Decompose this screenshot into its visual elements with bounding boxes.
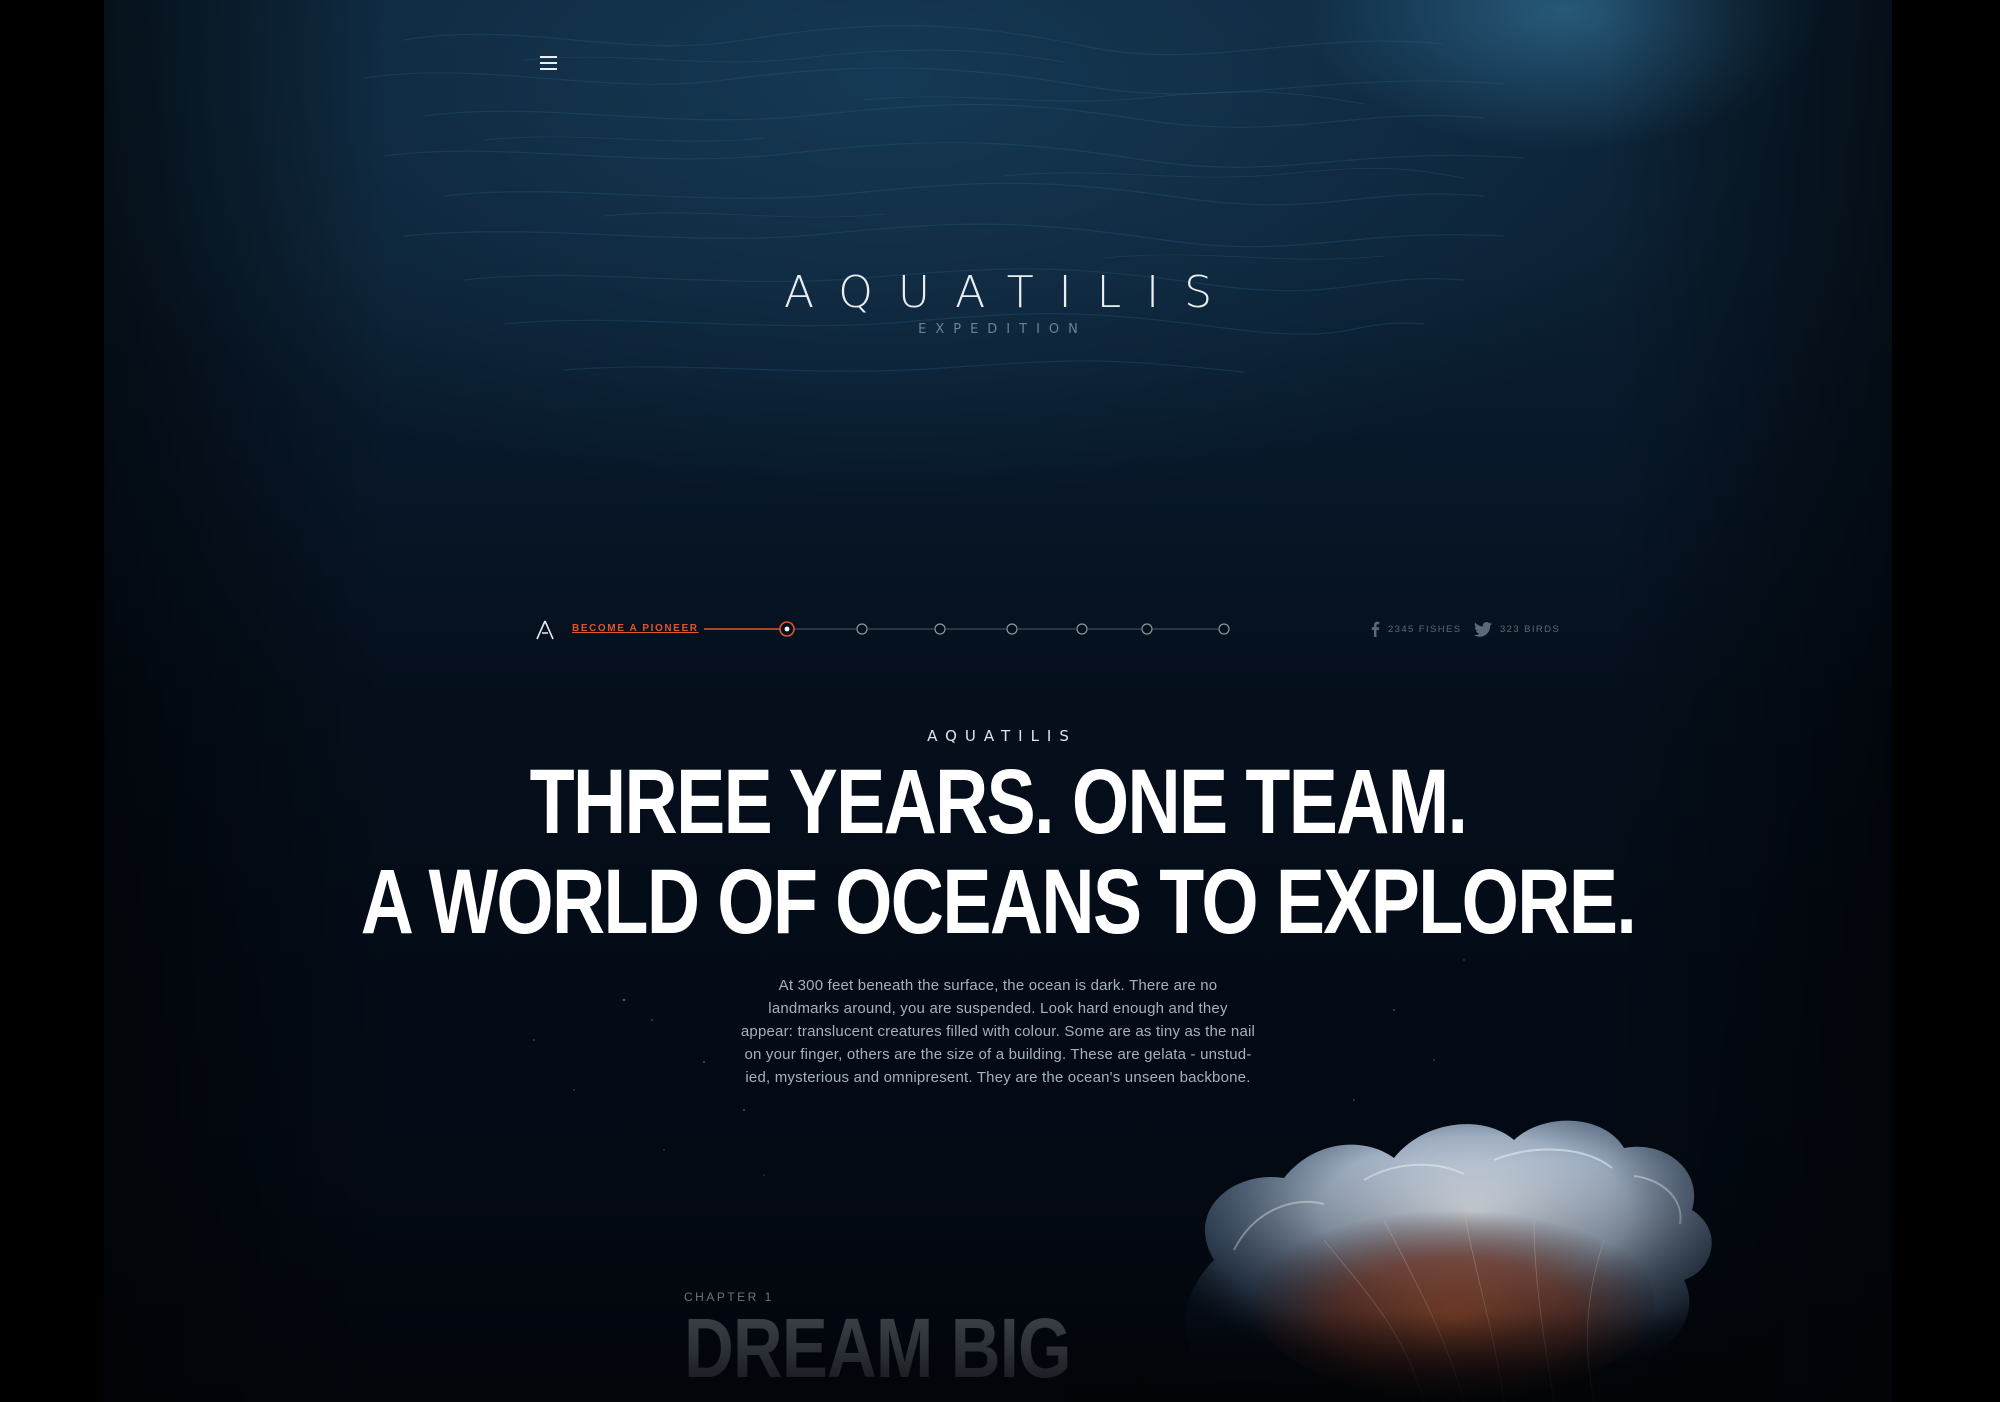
twitter-count: 323 BIRDS xyxy=(1500,623,1561,635)
progress-step-7[interactable] xyxy=(1218,623,1230,635)
body-line: ied, mysterious and omnipresent. They ar… xyxy=(745,1069,1251,1086)
chapter-title: DREAM BIG xyxy=(684,1301,1072,1395)
body-line: appear: translucent creatures filled wit… xyxy=(740,1023,1256,1040)
progress-step-6[interactable] xyxy=(1141,623,1153,635)
twitter-icon xyxy=(1474,621,1492,637)
progress-step-1[interactable] xyxy=(779,621,795,637)
progress-active-dot xyxy=(784,626,790,632)
progress-step-3[interactable] xyxy=(934,623,946,635)
body-line: on your finger, others are the size of a… xyxy=(744,1046,1252,1063)
intro-brand: AQUATILIS xyxy=(927,727,1077,745)
progress-step-4[interactable] xyxy=(1006,623,1018,635)
headline-line-1: THREE YEARS. ONE TEAM. xyxy=(529,751,1468,853)
hero-logo-wordmark: AQUATILIS xyxy=(783,267,1238,318)
jellyfish-illustration xyxy=(1064,1100,1784,1402)
hero-logo-subtitle: EXPEDITION xyxy=(918,322,1087,337)
body-line: landmarks around, you are suspended. Loo… xyxy=(768,1000,1228,1017)
facebook-count: 2345 FISHES xyxy=(1388,623,1462,635)
ocean-background: AQUATILIS EXPEDITION BECOME A PIONEER 23… xyxy=(104,0,1892,1402)
facebook-icon xyxy=(1371,621,1380,637)
twitter-share[interactable]: 323 BIRDS xyxy=(1474,620,1560,638)
intro-body-copy: At 300 feet beneath the surface, the oce… xyxy=(718,974,1278,1089)
progress-step-2[interactable] xyxy=(856,623,868,635)
chapter-heading: CHAPTER 1 DREAM BIG xyxy=(684,1290,1156,1390)
page-canvas: AQUATILIS EXPEDITION BECOME A PIONEER 23… xyxy=(0,0,2000,1402)
hero-logo: AQUATILIS EXPEDITION xyxy=(104,266,1892,337)
aquatilis-a-logo-icon[interactable] xyxy=(534,619,556,641)
body-line: At 300 feet beneath the surface, the oce… xyxy=(778,977,1218,994)
intro-headline: THREE YEARS. ONE TEAM. A WORLD OF OCEANS… xyxy=(283,752,1713,952)
hamburger-menu-icon[interactable] xyxy=(538,52,562,74)
chapter-progress-bar xyxy=(704,621,1230,637)
chapter-navbar: BECOME A PIONEER 2345 FISHES 323 BIRDS xyxy=(104,608,1892,650)
facebook-share[interactable]: 2345 FISHES xyxy=(1370,620,1462,638)
intro-section: AQUATILIS THREE YEARS. ONE TEAM. A WORLD… xyxy=(104,726,1892,1089)
progress-step-5[interactable] xyxy=(1076,623,1088,635)
headline-line-2: A WORLD OF OCEANS TO EXPLORE. xyxy=(360,851,1637,953)
become-a-pioneer-link[interactable]: BECOME A PIONEER xyxy=(572,623,699,634)
